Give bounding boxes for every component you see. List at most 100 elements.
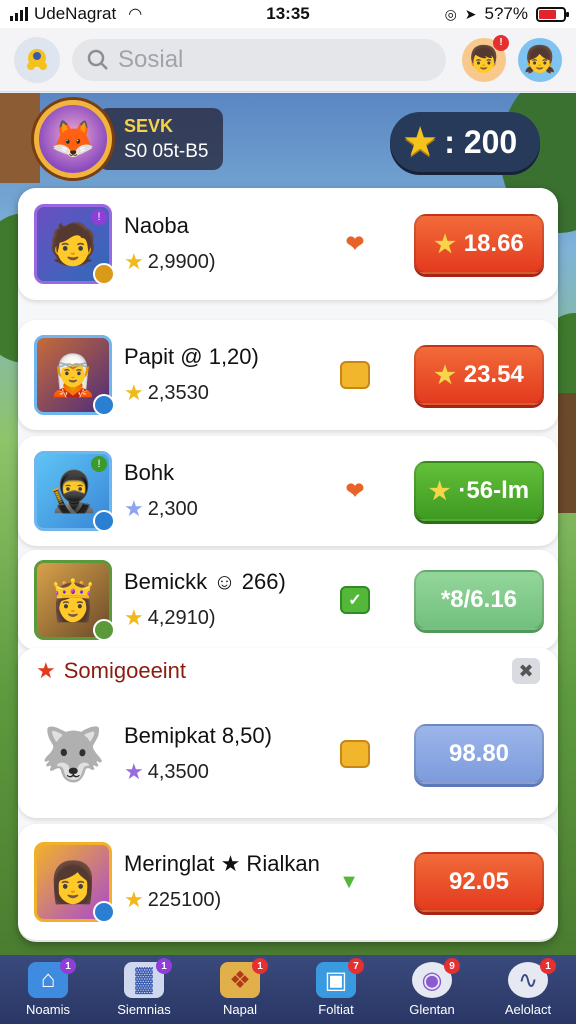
status-bar: UdeNagrat ◠ 13:35 ◎ ➤ 5?7% xyxy=(0,0,576,28)
price-label: 23.54 xyxy=(463,361,524,388)
nav-badge: 1 xyxy=(540,958,556,974)
close-icon[interactable]: ✖ xyxy=(512,658,540,684)
chevron-down-icon[interactable]: ❤ xyxy=(340,230,370,258)
price-label: *8/6.16 xyxy=(440,586,518,613)
player-score: 225100) xyxy=(147,888,222,911)
price-button[interactable]: ★ ·56-lm xyxy=(414,461,544,521)
bottom-nav: ⌂ 1 Noamis ▓ 1 Siemnias ❖ 1 Napal ▣ 7 Foltia… xyxy=(0,955,576,1024)
coin-counter[interactable]: ★ : 200 xyxy=(390,112,540,172)
star-icon: ★ xyxy=(124,759,144,784)
location-icon: ➤ xyxy=(464,5,477,22)
player-level: SEVK xyxy=(124,116,174,136)
player-name: Meringlat ★ Rialkan xyxy=(124,851,320,876)
player-thumbnail: 👸 xyxy=(34,560,115,641)
price-label: 98.80 xyxy=(448,740,510,767)
player-name: Bemipkat 8,50) xyxy=(124,723,272,748)
nav-item-messages[interactable]: ∿ 1 Aelolact xyxy=(480,955,576,1024)
check-icon[interactable] xyxy=(340,361,370,389)
star-icon: ★ xyxy=(404,121,437,162)
star-icon: ★ xyxy=(124,496,144,521)
check-icon[interactable] xyxy=(340,740,370,768)
player-thumbnail: 👩 xyxy=(34,842,115,923)
avatar-user[interactable]: 👧 xyxy=(518,37,562,82)
player-id: S0 05t-B5 xyxy=(124,141,209,162)
player-avatar: 🦊 xyxy=(34,100,112,178)
player-name: Bemickk ☺ 266) xyxy=(124,569,286,594)
level-tag: ! xyxy=(91,456,107,472)
top-header: 👦! 👧 xyxy=(0,28,576,92)
list-item[interactable]: 🧑! Naoba ★ 2,9900) ❤ ★ 18.66 xyxy=(18,188,558,300)
app-menu-button[interactable] xyxy=(14,36,60,83)
price-label: ·56-lm xyxy=(458,477,530,504)
star-icon: ★ xyxy=(434,230,456,258)
nav-item-cube[interactable]: ▣ 7 Foltiat xyxy=(288,955,384,1024)
player-thumbnail: 🐺 xyxy=(40,725,106,784)
chevron-down-icon[interactable]: ❤ xyxy=(340,477,370,505)
player-name: Bohk xyxy=(124,460,175,485)
cube-icon: ▣ 7 xyxy=(316,958,364,998)
nav-label: Siemnias xyxy=(117,1002,171,1017)
check-icon[interactable]: ✓ xyxy=(340,586,370,614)
star-icon: ★ xyxy=(428,477,451,505)
map-icon: ❖ 1 xyxy=(220,958,268,998)
search-bar[interactable] xyxy=(72,38,446,81)
leaderboard-panel: 🧑! Naoba ★ 2,9900) ❤ ★ 18.66 🧝 Papit @ 1,2… xyxy=(18,188,558,942)
list-item[interactable]: 🥷! Bohk ★ 2,300 ❤ ★ ·56-lm xyxy=(18,436,558,546)
price-button[interactable]: *8/6.16 xyxy=(414,570,544,630)
carrier-label: UdeNagrat xyxy=(34,4,117,23)
player-name: Naoba xyxy=(124,213,189,238)
notification-badge: ! xyxy=(493,34,509,51)
price-label: 92.05 xyxy=(448,868,510,895)
nav-item-map[interactable]: ❖ 1 Napal xyxy=(192,955,288,1024)
nav-item-shop[interactable]: ◉ 9 Glentan xyxy=(384,955,480,1024)
nav-badge: 1 xyxy=(156,958,172,974)
list-item[interactable]: 👩 Meringlat ★ Rialkan ★ 225100) ▼ 92.05 xyxy=(18,824,558,940)
nav-item-home[interactable]: ⌂ 1 Noamis xyxy=(0,955,96,1024)
nav-label: Aelolact xyxy=(504,1002,552,1017)
player-name: Papit @ 1,20) xyxy=(124,344,259,369)
battery-percent: 5?7% xyxy=(484,4,528,23)
price-label: 18.66 xyxy=(463,230,524,257)
player-profile[interactable]: 🦊 SEVK S0 05t-B5 xyxy=(34,100,223,178)
price-button[interactable]: ★ 18.66 xyxy=(414,214,544,274)
chart-icon: ▓ 1 xyxy=(124,958,172,998)
alarm-icon: ◎ xyxy=(444,5,457,22)
price-button[interactable]: 92.05 xyxy=(414,852,544,912)
player-thumbnail: 🧝 xyxy=(34,335,115,416)
star-icon: ★ xyxy=(434,361,456,389)
coin-amount: : 200 xyxy=(444,123,518,160)
section-title: Somigoeeint xyxy=(63,658,187,683)
search-icon xyxy=(87,49,108,70)
search-input[interactable] xyxy=(118,45,432,74)
star-icon: ★ xyxy=(36,658,56,683)
nav-item-stats[interactable]: ▓ 1 Siemnias xyxy=(96,955,192,1024)
nav-badge: 1 xyxy=(252,958,268,974)
star-icon: ★ xyxy=(124,605,144,630)
price-button[interactable]: 98.80 xyxy=(414,724,544,784)
nav-badge: 7 xyxy=(348,958,364,974)
star-icon: ★ xyxy=(124,249,144,274)
tag-icon: ◉ 9 xyxy=(412,958,460,998)
nav-badge: 1 xyxy=(60,958,76,974)
player-score: 2,3530 xyxy=(147,381,209,404)
player-score: 2,9900) xyxy=(147,250,216,273)
nav-badge: 9 xyxy=(444,958,460,974)
chevron-down-icon[interactable]: ▼ xyxy=(334,868,364,896)
star-icon: ★ xyxy=(124,887,144,912)
blob-icon xyxy=(27,48,47,70)
nav-label: Foltiat xyxy=(318,1002,354,1017)
price-button[interactable]: ★ 23.54 xyxy=(414,345,544,405)
battery-icon xyxy=(536,6,569,22)
avatar-friend[interactable]: 👦! xyxy=(462,34,509,82)
featured-section: ★ Somigoeeint ✖ 🐺 Bemipkat 8,50) ★ 4,3500… xyxy=(18,648,558,818)
message-icon: ∿ 1 xyxy=(508,958,556,998)
player-thumbnail: 🥷! xyxy=(34,451,115,532)
nav-label: Glentan xyxy=(409,1002,455,1017)
list-item[interactable]: 🧝 Papit @ 1,20) ★ 2,3530 ★ 23.54 xyxy=(18,320,558,430)
nav-label: Napal xyxy=(223,1002,257,1017)
list-item[interactable]: 🐺 Bemipkat 8,50) ★ 4,3500 98.80 xyxy=(18,694,558,814)
player-thumbnail: 🧑! xyxy=(34,204,115,285)
nav-label: Noamis xyxy=(25,1002,71,1017)
list-item[interactable]: 👸 Bemickk ☺ 266) ★ 4,2910) ✓ *8/6.16 xyxy=(18,550,558,650)
signal-icon xyxy=(10,7,28,21)
